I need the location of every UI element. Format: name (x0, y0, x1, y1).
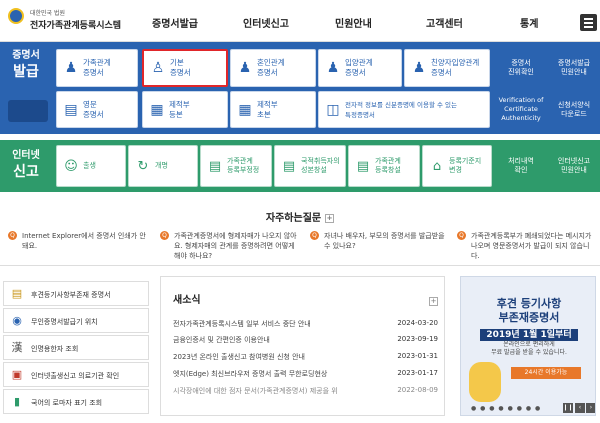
nav-item-report[interactable]: 인터넷신고 (243, 15, 289, 30)
cert-adoption-button[interactable]: ♟ 입양관계 증명서 (318, 49, 402, 87)
cert-basic-button[interactable]: ♙ 기본 증명서 (142, 49, 228, 87)
cert-marriage-button[interactable]: ♟ 혼인관계 증명서 (230, 49, 316, 87)
nav-item-cert[interactable]: 증명서발급 (152, 15, 198, 30)
news-item[interactable]: 2023년 온라인 출생신고 참여병원 신청 안내 2023-01-31 (173, 352, 438, 363)
family-icon: ♟ (64, 60, 78, 76)
report-home-change-button[interactable]: ⌂ 등록기준지 변경 (422, 145, 492, 187)
menu-icon (584, 18, 593, 20)
book-icon: ▮ (13, 395, 21, 408)
banner-button: 24시간 이용가능 (511, 367, 581, 379)
banner-line4: 온라인으로 편리하게 무료 발급을 받을 수 있습니다. (491, 341, 567, 356)
cert-family-button[interactable]: ♟ 가족관계 증명서 (56, 49, 138, 87)
faq-title: 자주하는질문 + (265, 213, 335, 224)
report-section-title: 인터넷 신고 (12, 150, 40, 180)
form-download-link[interactable]: 신청서양식 다운로드 (548, 91, 600, 128)
register-excerpt-icon: ▦ (238, 101, 252, 118)
baby-icon: ☺ (64, 159, 78, 174)
site-title: 전자가족관계등록시스템 (30, 21, 122, 31)
report-guide-link[interactable]: 인터넷신고 민원안내 (548, 145, 600, 187)
register-excerpt-button[interactable]: ▦ 제적부 초본 (230, 91, 316, 128)
report-rename-button[interactable]: ↻ 개명 (128, 145, 198, 187)
verification-authenticity-link[interactable]: Verification of Certificate Authenticity (496, 91, 546, 128)
question-icon: Q (8, 231, 17, 240)
report-correction-button[interactable]: ▤ 가족관계 등록부정정 (200, 145, 272, 187)
gov-label: 대한민국 법원 (30, 10, 66, 17)
news-item[interactable]: 엣지(Edge) 최신브라우저 증명서 출력 무한로딩현상 2023-01-17 (173, 369, 438, 380)
question-icon: Q (457, 231, 466, 240)
promo-banner[interactable]: 후견 등기사항 부존재증명서 2019년 1월 1일부터 온라인으로 편리하게 … (460, 276, 596, 416)
nationality-icon: ▤ (282, 159, 296, 174)
faq-more-button[interactable]: + (325, 213, 335, 223)
news-item[interactable]: 금융인증서 및 간편인증 이용안내 2023-09-19 (173, 335, 438, 346)
register-icon: ▦ (150, 101, 164, 118)
prev-icon[interactable]: ‹ (575, 403, 585, 413)
news-panel: 새소식 + 전자가족관계등록시스템 일부 서비스 중단 안내 2024-03-20… (160, 276, 445, 416)
nav-item-stats[interactable]: 통계 (520, 15, 538, 30)
news-title: 새소식 (173, 295, 201, 306)
doc-icon: ▤ (11, 287, 23, 300)
hand-mouse-icon (469, 362, 501, 402)
location-icon: ◉ (12, 314, 22, 327)
kiosk-location-link[interactable]: ◉ 무인증명서발급기 위치 (3, 308, 149, 333)
news-item[interactable]: 시각장애인에 대한 점자 문서(가족관계증명서) 제공을 위 2022-08-09 (173, 386, 438, 397)
section-divider (0, 265, 600, 266)
printer-icon (8, 100, 48, 122)
report-creation-button[interactable]: ▤ 가족관계 등록창설 (348, 145, 420, 187)
couple-icon: ♟ (238, 60, 252, 76)
faq-item[interactable]: Q Internet Explorer에서 증명서 인쇄가 안돼요. (8, 231, 148, 251)
cert-guide-link[interactable]: 증명서발급 민원안내 (548, 49, 600, 87)
hospital-icon: ▣ (11, 368, 23, 381)
cert-full-adoption-button[interactable]: ♟ 친양자입양관계 증명서 (404, 49, 490, 87)
creation-icon: ▤ (356, 159, 370, 174)
person-icon: ♙ (151, 60, 165, 76)
hanja-icon: 漢 (11, 341, 23, 354)
adoption-full-icon: ♟ (412, 60, 426, 76)
nav-item-guide[interactable]: 민원안내 (335, 15, 372, 30)
cert-section: 증명서 발급 ♟ 가족관계 증명서 ♙ 기본 증명서 ♟ 혼인관계 증명서 ♟ … (0, 42, 600, 134)
report-birth-button[interactable]: ☺ 출생 (56, 145, 126, 187)
cert-section-title: 증명서 발급 (12, 50, 40, 80)
correction-icon: ▤ (208, 159, 222, 174)
cert-verify-link[interactable]: 증명서 진위확인 (496, 49, 546, 87)
cert-electronic-id-button[interactable]: ◫ 전자적 정보를 신분증명에 이용할 수 있는 특정증명서 (318, 91, 490, 128)
rename-icon: ↻ (137, 159, 149, 174)
adoption-icon: ♟ (326, 60, 340, 76)
menu-button[interactable] (580, 14, 597, 31)
news-more-button[interactable]: + (429, 297, 438, 306)
nav-item-support[interactable]: 고객센터 (426, 15, 463, 30)
pause-icon[interactable]: ❙❙ (563, 403, 573, 413)
english-doc-icon: ▤ (64, 101, 78, 118)
romanization-link[interactable]: ▮ 국어의 로마자 표기 조회 (3, 389, 149, 414)
news-item[interactable]: 전자가족관계등록시스템 일부 서비스 중단 안내 2024-03-20 (173, 319, 438, 330)
home-icon: ⌂ (432, 159, 442, 174)
faq-item[interactable]: Q 자녀나 배우자, 부모의 증명서를 발급받을 수 있나요? (310, 231, 450, 251)
banner-line2: 부존재증명서 (498, 311, 560, 324)
report-section: 인터넷 신고 ☺ 출생 ↻ 개명 ▤ 가족관계 등록부정정 ▤ 국적취득자의 성… (0, 140, 600, 192)
question-icon: Q (310, 231, 319, 240)
report-history-link[interactable]: 처리내역 확인 (496, 145, 546, 187)
question-icon: Q (160, 231, 169, 240)
hospital-check-link[interactable]: ▣ 인터넷출생신고 의료기관 확인 (3, 362, 149, 387)
register-copy-button[interactable]: ▦ 제적부 등본 (142, 91, 228, 128)
hanja-lookup-link[interactable]: 漢 인명용한자 조회 (3, 335, 149, 360)
site-header: 대한민국 법원 전자가족관계등록시스템 증명서발급 인터넷신고 민원안내 고객센… (0, 0, 600, 42)
faq-item[interactable]: Q 가족관계등록부가 폐쇄되었다는 메시지가 나오며 영문증명서가 발급이 되지 … (457, 231, 597, 261)
court-seal-icon (8, 8, 24, 24)
faq-item[interactable]: Q 가족관계증명서에 형제자매가 나오지 않아요. 형제자매의 관계를 증명하려면… (160, 231, 300, 261)
banner-pager[interactable]: ● ● ● ● ● ● ● ● (471, 405, 541, 412)
report-nationality-button[interactable]: ▤ 국적취득자의 성본창설 (274, 145, 346, 187)
cert-english-button[interactable]: ▤ 영문 증명서 (56, 91, 138, 128)
guardianship-cert-link[interactable]: ▤ 후견등기사항부존재 증명서 (3, 281, 149, 306)
id-card-icon: ◫ (326, 101, 340, 118)
banner-line3: 2019년 1월 1일부터 (461, 327, 595, 341)
next-icon[interactable]: › (586, 403, 595, 413)
